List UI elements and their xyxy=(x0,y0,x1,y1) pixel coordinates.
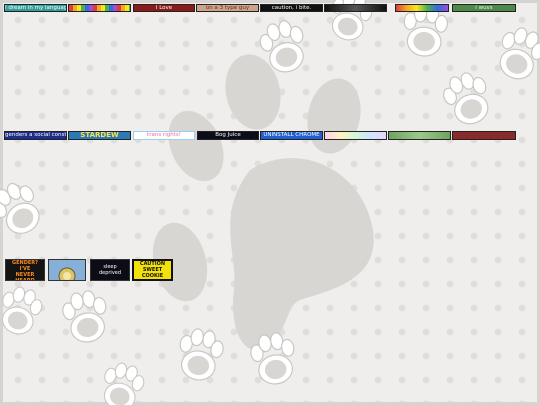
button-green[interactable] xyxy=(388,131,451,140)
button-genders-social-construct[interactable]: genders a social construct xyxy=(4,131,67,140)
button-bog-juice[interactable]: Bog Juice xyxy=(197,131,259,140)
button-dream-language[interactable]: I dream in my language xyxy=(4,4,67,12)
button-stardew[interactable]: STARDEW xyxy=(68,131,131,140)
badge-emblem-icon xyxy=(58,267,76,280)
button-rainbow-wave[interactable] xyxy=(395,4,449,12)
button-crayons[interactable] xyxy=(68,4,131,12)
button-pastel[interactable] xyxy=(324,131,387,140)
stamp-caution[interactable]: CAUTION SWEET COOKIE xyxy=(132,259,173,281)
button-trans-rights[interactable]: trans rights! xyxy=(133,131,195,140)
button-maroon[interactable] xyxy=(452,131,516,140)
stamp-blue-badge[interactable] xyxy=(48,259,86,281)
page-background: I dream in my language I Love on a 3 typ… xyxy=(0,0,540,405)
button-caution-i-bite[interactable]: caution, i bite. xyxy=(260,4,323,12)
small-paw-prints xyxy=(0,0,540,405)
button-i-wuvs[interactable]: i wuvs xyxy=(452,4,516,12)
button-dark-stamp[interactable] xyxy=(324,4,387,12)
button-uninstall-chrome[interactable]: UNINSTALL CHROME xyxy=(260,131,323,140)
stamp-sleep-deprived[interactable]: sleep deprived xyxy=(90,259,130,281)
button-i-love[interactable]: I Love xyxy=(133,4,195,12)
stamp-gender[interactable]: GENDER? I'VE NEVER HEARD OF IT xyxy=(5,259,45,281)
button-3-type-guy[interactable]: on a 3 type guy xyxy=(196,4,259,12)
